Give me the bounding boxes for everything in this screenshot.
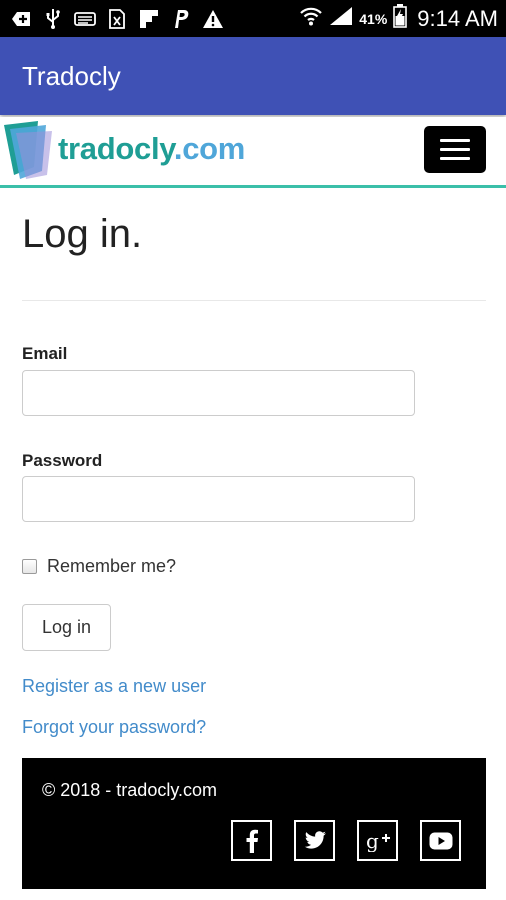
email-label: Email bbox=[22, 344, 68, 363]
facebook-button[interactable] bbox=[231, 820, 272, 861]
google-plus-button[interactable]: g bbox=[357, 820, 398, 861]
add-box-icon bbox=[10, 8, 32, 30]
remember-me-row[interactable]: Remember me? bbox=[22, 556, 176, 577]
wifi-icon bbox=[299, 5, 323, 32]
password-field[interactable] bbox=[22, 476, 415, 522]
login-button[interactable]: Log in bbox=[22, 604, 111, 651]
logo-text: tradocly.com bbox=[58, 131, 245, 167]
site-logo[interactable]: tradocly.com bbox=[0, 119, 262, 181]
battery-percent: 41% bbox=[359, 10, 388, 27]
social-links: g bbox=[231, 820, 461, 861]
remember-me-label[interactable]: Remember me? bbox=[47, 556, 176, 577]
hamburger-menu-button[interactable] bbox=[424, 126, 486, 173]
twitter-icon bbox=[304, 830, 326, 849]
site-header: tradocly.com bbox=[0, 117, 506, 188]
email-field[interactable] bbox=[22, 370, 415, 416]
remember-me-checkbox[interactable] bbox=[22, 559, 37, 574]
youtube-icon bbox=[429, 832, 452, 849]
clock: 9:14 AM bbox=[417, 5, 498, 31]
logo-text-main: tradocly bbox=[58, 131, 174, 166]
notification-icons bbox=[10, 8, 224, 30]
google-plus-icon: g bbox=[366, 830, 390, 852]
password-label: Password bbox=[22, 451, 103, 470]
warning-icon bbox=[202, 8, 224, 30]
logo-text-domain: .com bbox=[173, 131, 246, 166]
twitter-button[interactable] bbox=[294, 820, 335, 861]
forgot-password-link[interactable]: Forgot your password? bbox=[22, 717, 206, 738]
system-icons: 41% 9:14 AM bbox=[299, 4, 498, 33]
voicemail-icon bbox=[74, 8, 96, 30]
app-title: Tradocly bbox=[22, 60, 121, 91]
facebook-icon bbox=[246, 829, 258, 853]
hamburger-bar bbox=[440, 148, 470, 151]
battery-icon bbox=[393, 4, 408, 33]
youtube-button[interactable] bbox=[420, 820, 461, 861]
no-sim-icon bbox=[106, 8, 128, 30]
hamburger-menu-icon bbox=[440, 139, 470, 142]
usb-icon bbox=[42, 8, 64, 30]
app-bar: Tradocly bbox=[0, 37, 506, 115]
divider bbox=[22, 300, 486, 301]
hamburger-bar bbox=[440, 157, 470, 160]
flipboard-icon bbox=[138, 8, 160, 30]
status-bar: 41% 9:14 AM bbox=[0, 0, 506, 37]
register-link[interactable]: Register as a new user bbox=[22, 676, 206, 697]
copyright: © 2018 - tradocly.com bbox=[42, 780, 217, 800]
paypal-icon bbox=[170, 8, 192, 30]
signal-icon bbox=[329, 6, 353, 31]
page-title: Log in. bbox=[22, 212, 143, 256]
logo-mark-icon bbox=[4, 121, 52, 179]
svg-text:g: g bbox=[366, 830, 379, 852]
footer: © 2018 - tradocly.com g bbox=[22, 758, 486, 889]
